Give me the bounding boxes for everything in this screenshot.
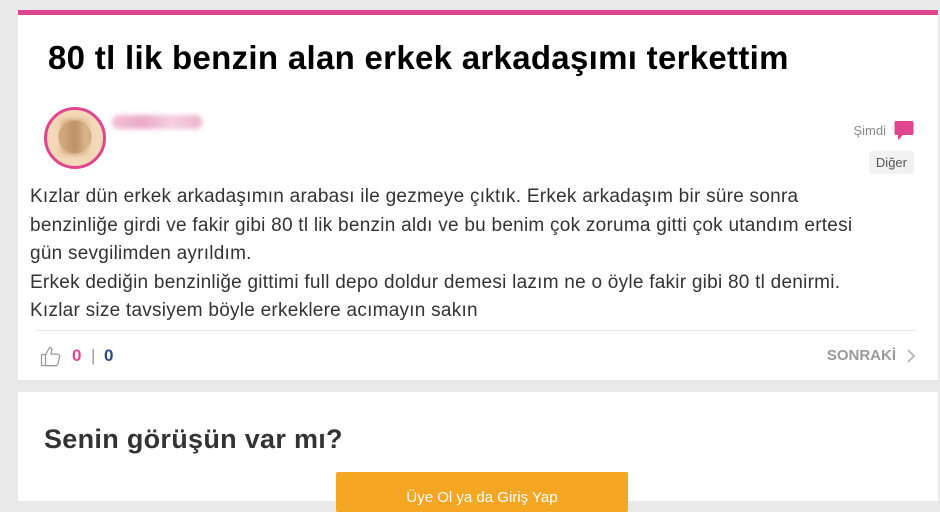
next-post-link[interactable]: SONRAKİ bbox=[827, 347, 916, 364]
post-body: Kızlar dün erkek arkadaşımın arabası ile… bbox=[30, 183, 860, 326]
speech-bubble-icon[interactable] bbox=[894, 120, 914, 142]
dislike-count: 0 bbox=[104, 346, 114, 365]
next-post-label: SONRAKİ bbox=[826, 347, 896, 364]
category-tag[interactable]: Diğer bbox=[868, 151, 914, 174]
opinion-heading: Senin görüşün var mı? bbox=[44, 424, 343, 454]
post-title: 80 tl lik benzin alan erkek arkadaşımı t… bbox=[48, 39, 789, 76]
post-paragraph: Kızlar dün erkek arkadaşımın arabası ile… bbox=[30, 186, 853, 264]
avatar[interactable] bbox=[44, 107, 106, 169]
username-blurred[interactable] bbox=[112, 115, 202, 129]
opinion-card: Senin görüşün var mı? Üye Ol ya da Giriş… bbox=[18, 392, 938, 512]
divider bbox=[36, 330, 916, 331]
avatar-image bbox=[61, 120, 89, 154]
like-count: 0 bbox=[72, 346, 82, 365]
vote-separator: | bbox=[91, 346, 96, 365]
post-time: Şimdi bbox=[853, 123, 886, 138]
chevron-right-icon bbox=[907, 348, 916, 363]
signup-login-button[interactable]: Üye Ol ya da Giriş Yap bbox=[336, 472, 628, 512]
thumbs-up-icon[interactable] bbox=[40, 345, 62, 367]
post-card: 80 tl lik benzin alan erkek arkadaşımı t… bbox=[18, 10, 938, 380]
post-paragraph: Erkek dediğin benzinliğe gittimi full de… bbox=[30, 271, 841, 322]
